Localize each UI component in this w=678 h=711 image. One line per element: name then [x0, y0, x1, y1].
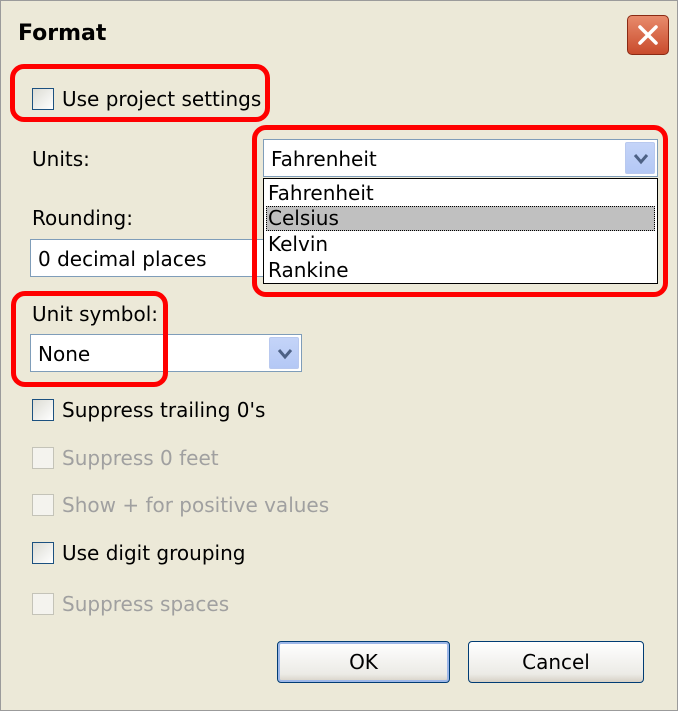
dialog-title: Format [18, 21, 107, 46]
unit-symbol-label: Unit symbol: [32, 302, 159, 326]
units-option-kelvin[interactable]: Kelvin [266, 232, 655, 257]
units-label: Units: [32, 147, 90, 171]
suppress-zero-feet-label: Suppress 0 feet [62, 446, 219, 470]
use-project-settings-checkbox[interactable] [32, 88, 54, 110]
rounding-selected-value: 0 decimal places [38, 247, 207, 271]
suppress-trailing-zeros-checkbox[interactable] [32, 399, 54, 421]
show-plus-positive-label: Show + for positive values [62, 493, 330, 517]
units-select[interactable]: Fahrenheit [263, 139, 658, 177]
units-option-fahrenheit[interactable]: Fahrenheit [266, 181, 655, 206]
format-dialog: Format Use project settings Units: Fahre… [0, 0, 678, 711]
use-project-settings-label[interactable]: Use project settings [62, 87, 261, 111]
ok-button[interactable]: OK [277, 641, 450, 683]
units-option-celsius[interactable]: Celsius [266, 206, 655, 231]
use-digit-grouping-checkbox[interactable] [32, 542, 54, 564]
chevron-down-icon [633, 154, 649, 165]
unit-symbol-select[interactable]: None [30, 334, 302, 372]
unit-symbol-dropdown-button[interactable] [269, 337, 299, 369]
use-digit-grouping-label[interactable]: Use digit grouping [62, 541, 245, 565]
units-dropdown-list: Fahrenheit Celsius Kelvin Rankine [263, 178, 658, 284]
suppress-spaces-checkbox [32, 593, 54, 615]
units-selected-value: Fahrenheit [271, 147, 377, 171]
chevron-down-icon [277, 349, 293, 360]
cancel-button[interactable]: Cancel [468, 641, 644, 683]
show-plus-positive-checkbox [32, 494, 54, 516]
close-icon [638, 25, 658, 45]
suppress-spaces-label: Suppress spaces [62, 592, 230, 616]
close-button[interactable] [627, 15, 669, 55]
units-option-rankine[interactable]: Rankine [266, 258, 655, 283]
title-bar: Format [1, 1, 677, 61]
rounding-label: Rounding: [32, 206, 133, 230]
suppress-zero-feet-checkbox [32, 447, 54, 469]
unit-symbol-selected-value: None [38, 342, 91, 366]
rounding-select[interactable]: 0 decimal places [30, 239, 302, 277]
units-dropdown-button[interactable] [625, 142, 655, 174]
suppress-trailing-zeros-label[interactable]: Suppress trailing 0's [62, 398, 265, 422]
